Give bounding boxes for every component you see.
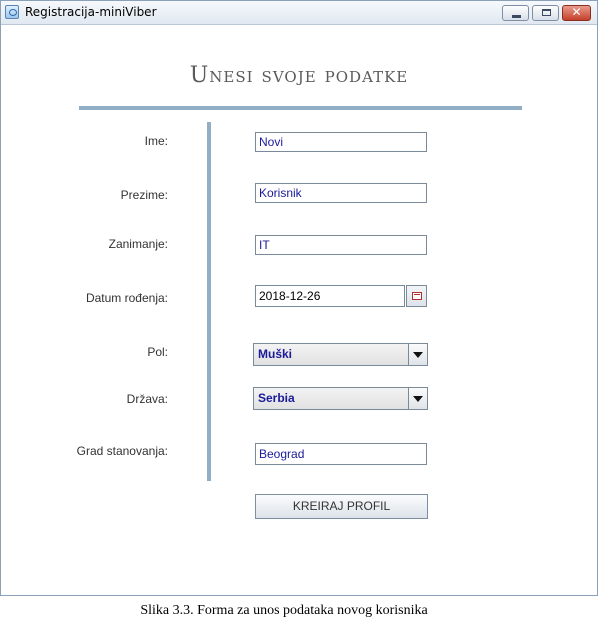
- calendar-icon: [412, 292, 422, 300]
- form-heading: Unesi svoje podatke: [189, 63, 409, 88]
- app-window: Registracija-miniViber ✕ Unesi svoje pod…: [0, 0, 598, 596]
- close-icon: ✕: [571, 5, 582, 19]
- close-button[interactable]: ✕: [562, 5, 591, 21]
- label-pol: Pol:: [147, 345, 168, 359]
- create-profile-button[interactable]: KREIRAJ PROFIL: [255, 494, 428, 519]
- label-prezime: Prezime:: [120, 188, 168, 202]
- label-grad: Grad stanovanja:: [76, 444, 168, 458]
- zanimanje-input[interactable]: IT: [255, 235, 427, 255]
- chevron-down-icon[interactable]: [408, 344, 427, 365]
- prezime-input[interactable]: Korisnik: [255, 183, 427, 203]
- chevron-down-icon[interactable]: [408, 388, 427, 409]
- datum-input[interactable]: 2018-12-26: [255, 285, 405, 307]
- calendar-button[interactable]: [406, 285, 427, 307]
- app-icon: [5, 5, 19, 19]
- title-bar[interactable]: Registracija-miniViber ✕: [1, 1, 597, 25]
- drzava-selected-value: Serbia: [258, 391, 295, 405]
- minimize-button[interactable]: [502, 5, 529, 21]
- label-drzava: Država:: [126, 392, 168, 406]
- column-divider: [207, 122, 211, 481]
- minimize-icon: [512, 15, 521, 18]
- figure-caption: Slika 3.3. Forma za unos podataka novog …: [140, 603, 428, 618]
- pol-selected-value: Muški: [258, 347, 293, 361]
- ime-input[interactable]: Novi: [255, 132, 427, 152]
- label-datum: Datum rođenja:: [85, 291, 168, 305]
- drzava-select[interactable]: Serbia: [253, 387, 428, 410]
- pol-select[interactable]: Muški: [253, 343, 428, 366]
- label-ime: Ime:: [144, 134, 168, 148]
- maximize-button[interactable]: [532, 5, 559, 21]
- label-zanimanje: Zanimanje:: [108, 237, 168, 251]
- window-title: Registracija-miniViber: [25, 5, 157, 19]
- maximize-icon: [542, 9, 551, 16]
- grad-input[interactable]: Beograd: [255, 443, 427, 465]
- heading-divider: [79, 106, 522, 110]
